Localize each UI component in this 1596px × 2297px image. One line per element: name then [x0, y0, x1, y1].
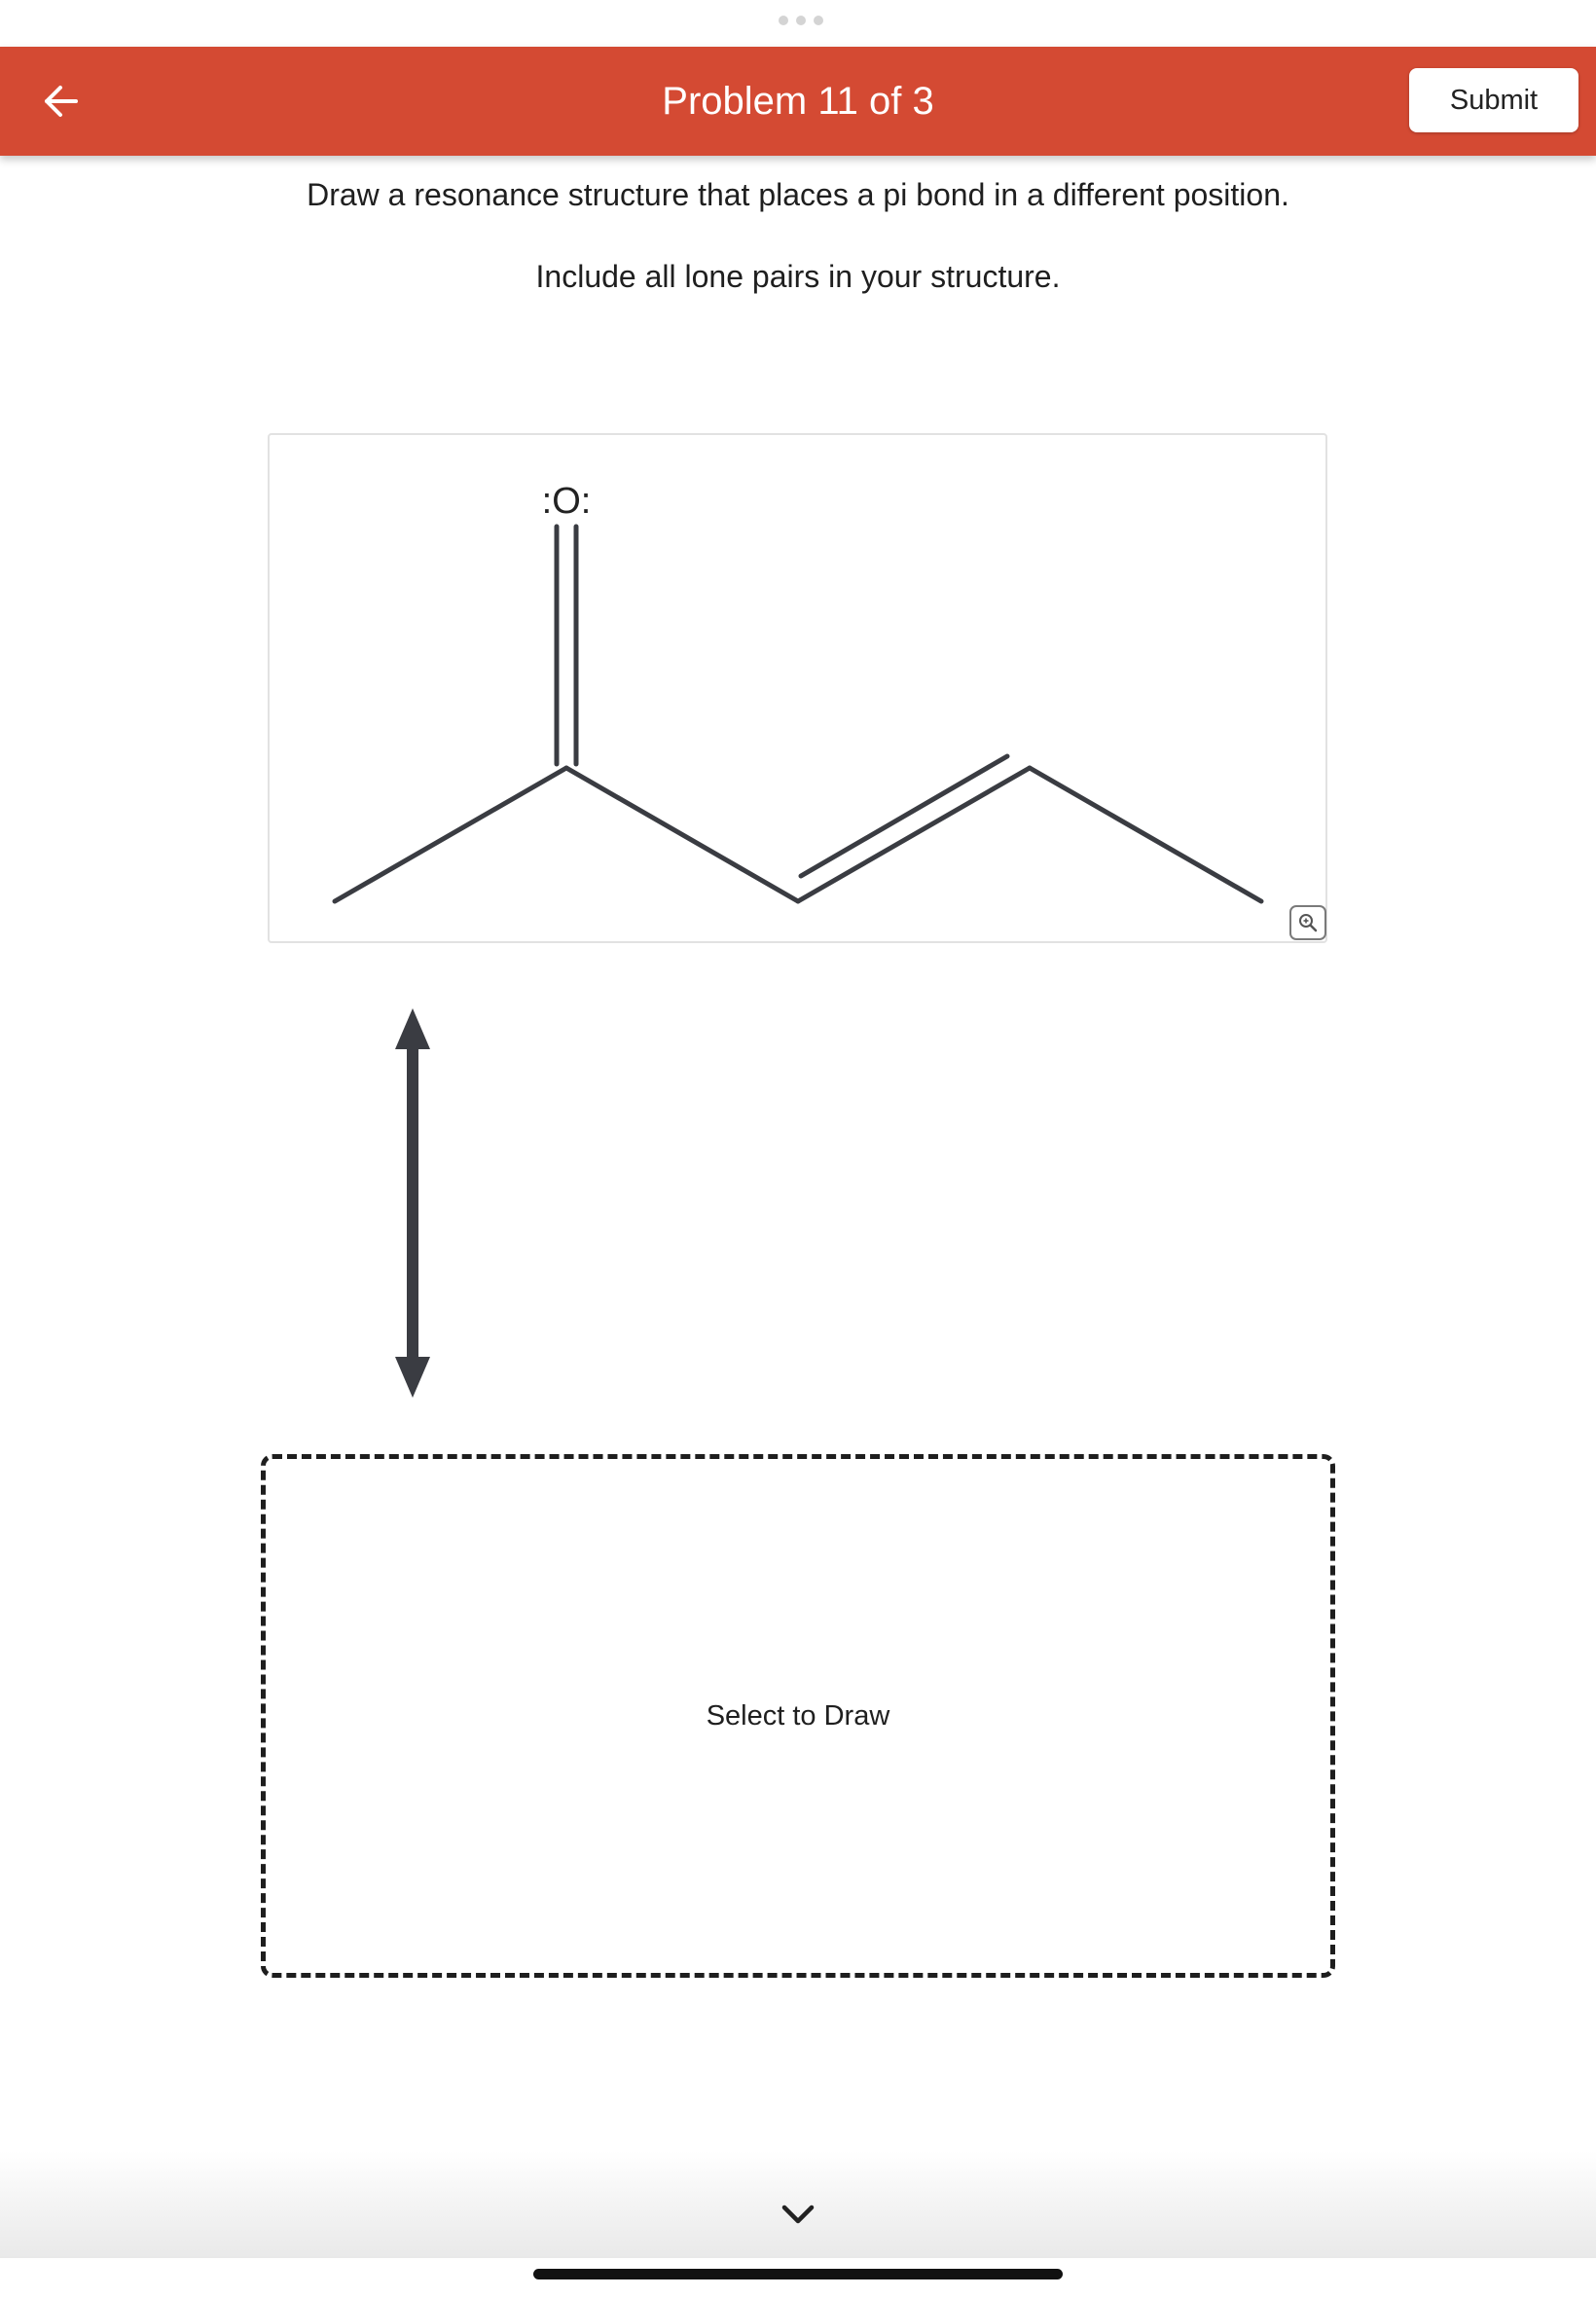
- dot: [814, 16, 823, 25]
- header-bar: Problem 11 of 3 Submit: [0, 47, 1596, 156]
- back-button[interactable]: [29, 70, 91, 132]
- bond-c3-c4-pi: [798, 753, 1010, 879]
- problem-title: Problem 11 of 3: [662, 80, 934, 123]
- dot: [796, 16, 806, 25]
- instruction-subtext: Include all lone pairs in your structure…: [535, 259, 1061, 294]
- double-headed-arrow-icon: [395, 1008, 430, 1398]
- draw-area[interactable]: Select to Draw: [261, 1454, 1335, 1978]
- home-indicator: [533, 2269, 1063, 2279]
- dot: [779, 16, 788, 25]
- chevron-down-icon: [781, 2205, 815, 2224]
- bond-c2-c3: [563, 765, 801, 904]
- zoom-button[interactable]: [1289, 905, 1326, 940]
- oxygen-atom-label: :O:: [542, 481, 592, 522]
- bond-c1-c2: [332, 765, 569, 904]
- top-dots-indicator: [779, 16, 823, 25]
- expand-button[interactable]: [779, 2200, 817, 2229]
- magnifier-icon: [1299, 914, 1318, 932]
- molecule-structure: :O:: [332, 481, 1264, 904]
- submit-button[interactable]: Submit: [1409, 68, 1578, 132]
- bond-c3-c4: [795, 765, 1033, 904]
- instruction-text: Draw a resonance structure that places a…: [307, 177, 1289, 212]
- select-to-draw-label: Select to Draw: [706, 1699, 890, 1732]
- molecule-display: :O:: [268, 433, 1327, 943]
- arrow-left-icon: [45, 86, 78, 117]
- bond-c4-c5: [1027, 765, 1264, 904]
